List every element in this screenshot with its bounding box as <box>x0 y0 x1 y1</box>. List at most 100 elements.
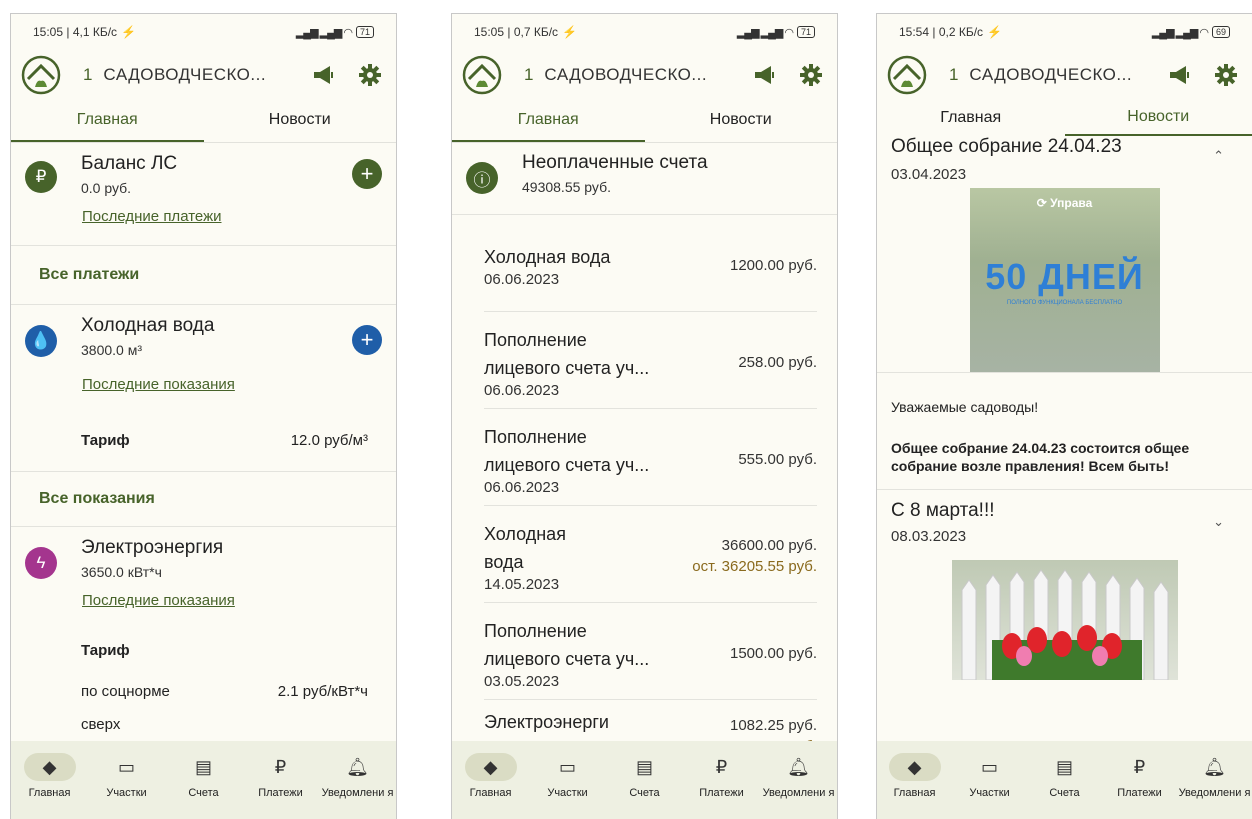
bill-info: Пополнение лицевого счета уч... 06.06.2023 <box>484 423 649 496</box>
news-date: 08.03.2023 <box>891 528 967 545</box>
tab-news[interactable]: Новости <box>1064 100 1252 136</box>
phone-screen-news: 15:54 | 0,2 КБ/с ⚡ ▂▄▆ ▂▄▆ ◠ 69 1 САДОВОД… <box>876 13 1252 819</box>
water-title: Холодная вода <box>81 315 215 336</box>
app-title[interactable]: 1 САДОВОДЧЕСКО... <box>949 65 1150 85</box>
nav-plots[interactable]: ▭ Участки <box>952 741 1027 819</box>
recent-payments-link[interactable]: Последние платежи <box>82 208 382 225</box>
news-item-header[interactable]: Общее собрание 24.04.23 03.04.2023 ⌃ <box>877 136 1252 184</box>
status-icons: ⚡ <box>121 25 136 39</box>
nav-payments[interactable]: ₽ Платежи <box>242 741 319 819</box>
bill-row[interactable]: Холодная вода 14.05.2023 36600.00 руб. ост. … <box>484 506 817 603</box>
bill-title-line1: Пополнение <box>484 329 587 350</box>
all-readings-link[interactable]: Все показания <box>11 472 396 526</box>
gear-icon[interactable] <box>354 59 386 91</box>
tab-bar: Главная Новости <box>877 100 1252 136</box>
nav-notifications[interactable]: 🔔︎ Уведомлени я <box>760 741 837 819</box>
norm-label: по соцнорме <box>81 682 170 700</box>
bottom-nav: ◆ Главная ▭ Участки ▤ Счета ₽ Платежи 🔔︎ Увед… <box>452 741 837 819</box>
water-card: 💧 Холодная вода 3800.0 м³ + Последние по… <box>11 305 396 419</box>
nav-main[interactable]: ◆ Главная <box>452 741 529 819</box>
nav-main[interactable]: ◆ Главная <box>11 741 88 819</box>
tab-main[interactable]: Главная <box>877 100 1065 136</box>
square-icon: ▭ <box>980 756 998 777</box>
bill-title-line1: Пополнение <box>484 620 587 641</box>
app-title[interactable]: 1 САДОВОДЧЕСКО... <box>524 65 735 85</box>
bill-title-line1: Холодная <box>484 523 566 544</box>
balance-title: Баланс ЛС <box>81 153 178 174</box>
chevron-down-icon[interactable]: ⌄ <box>1213 514 1224 530</box>
app-bar: 1 САДОВОДЧЕСКО... <box>452 50 837 100</box>
battery-icon: 71 <box>355 26 374 38</box>
diamond-icon: ◆ <box>464 753 517 781</box>
bill-row[interactable]: Пополнение лицевого счета уч... 06.06.2023… <box>484 409 817 506</box>
news-greeting: Уважаемые садоводы! <box>891 399 1039 415</box>
news-title: Общее собрание 24.04.23 <box>891 136 1122 157</box>
power-value: 3650.0 кВт*ч <box>81 564 162 580</box>
nav-main[interactable]: ◆ Главная <box>877 741 952 819</box>
all-payments-link[interactable]: Все платежи <box>11 246 396 304</box>
water-value: 3800.0 м³ <box>81 342 142 358</box>
add-reading-button[interactable]: + <box>352 325 382 355</box>
app-title[interactable]: 1 САДОВОДЧЕСКО... <box>83 65 294 85</box>
ruble-icon: ₽ <box>274 756 287 777</box>
bill-amounts: 555.00 руб. <box>738 451 817 468</box>
power-card: ϟ Электроэнергия 3650.0 кВт*ч Последние … <box>11 527 396 627</box>
tab-news[interactable]: Новости <box>645 100 838 142</box>
nav-plots[interactable]: ▭ Участки <box>529 741 606 819</box>
tab-main[interactable]: Главная <box>11 100 204 142</box>
megaphone-icon[interactable] <box>308 59 340 91</box>
square-icon: ▭ <box>558 756 576 777</box>
bill-row[interactable]: Пополнение лицевого счета уч... 06.06.2023… <box>484 312 817 409</box>
unpaid-bills-header[interactable]: ⓘ Неоплаченные счета 49308.55 руб. <box>452 143 837 215</box>
status-bar: 15:54 | 0,2 КБ/с ⚡ ▂▄▆ ▂▄▆ ◠ 69 <box>877 14 1252 50</box>
bill-amounts: 1200.00 руб. <box>730 257 817 274</box>
bill-row[interactable]: Холодная вода 06.06.2023 1200.00 руб. <box>484 215 817 312</box>
nav-notifications[interactable]: 🔔︎ Уведомлени я <box>1177 741 1252 819</box>
gear-icon[interactable] <box>795 59 827 91</box>
nav-bills[interactable]: ▤ Счета <box>165 741 242 819</box>
status-icons: ⚡ <box>987 25 1002 39</box>
nav-payments[interactable]: ₽ Платежи <box>1102 741 1177 819</box>
bill-title-line1: Холодная вода <box>484 246 611 267</box>
status-time: 15:05 | 4,1 КБ/с <box>33 25 118 39</box>
megaphone-icon[interactable] <box>749 59 781 91</box>
nav-payments[interactable]: ₽ Платежи <box>683 741 760 819</box>
bill-amount: 1082.25 руб. <box>730 717 817 734</box>
tab-news[interactable]: Новости <box>204 100 397 142</box>
add-payment-button[interactable]: + <box>352 159 382 189</box>
nav-bills[interactable]: ▤ Счета <box>1027 741 1102 819</box>
bill-info: Холодная вода 14.05.2023 <box>484 520 566 593</box>
status-time: 15:05 | 0,7 КБ/с <box>474 25 559 39</box>
news-date: 03.04.2023 <box>891 166 967 183</box>
bill-row[interactable]: Пополнение лицевого счета уч... 03.05.2023… <box>484 603 817 700</box>
ruble-icon: ₽ <box>1133 756 1146 777</box>
nav-bills[interactable]: ▤ Счета <box>606 741 683 819</box>
bill-title-line1: Пополнение <box>484 426 587 447</box>
megaphone-icon[interactable] <box>1164 59 1196 91</box>
water-recent-readings-link[interactable]: Последние показания <box>82 376 382 393</box>
nav-plots[interactable]: ▭ Участки <box>88 741 165 819</box>
water-tariff-row: Тариф 12.0 руб/м³ <box>11 419 396 461</box>
ruble-icon: ₽ <box>25 161 57 193</box>
signal-icons: ▂▄▆ ▂▄▆ ◠ 69 <box>1152 26 1230 39</box>
alert-icon: ⓘ <box>466 162 498 194</box>
nav-notifications[interactable]: 🔔︎ Уведомлени я <box>319 741 396 819</box>
news-item-header[interactable]: С 8 марта!!! 08.03.2023 ⌄ <box>877 490 1252 560</box>
tab-main[interactable]: Главная <box>452 100 645 142</box>
signal-icons: ▂▄▆ ▂▄▆ ◠ 71 <box>737 26 815 39</box>
bottom-nav: ◆ Главная ▭ Участки ▤ Счета ₽ Платежи 🔔︎ Увед… <box>877 741 1252 819</box>
promo-banner: ⟳ Управа 50 ДНЕЙ ПОЛНОГО ФУНКЦИОНАЛА БЕС… <box>969 188 1160 372</box>
bill-info: Пополнение лицевого счета уч... 06.06.2023 <box>484 326 649 399</box>
gear-icon[interactable] <box>1210 59 1242 91</box>
chevron-up-icon[interactable]: ⌃ <box>1213 148 1224 164</box>
bill-title-line2: вода <box>484 551 524 572</box>
power-recent-readings-link[interactable]: Последние показания <box>82 592 382 609</box>
phone-screen-main: 15:05 | 4,1 КБ/с ⚡ ▂▄▆ ▂▄▆ ◠ 71 1 САДОВОД… <box>10 13 397 819</box>
tab-bar: Главная Новости <box>11 100 396 143</box>
bill-date: 06.06.2023 <box>484 270 560 288</box>
power-tariff-label: Тариф <box>81 641 130 659</box>
bill-title-line2: лицевого счета уч... <box>484 357 650 378</box>
banner-brand: Управа <box>1050 196 1093 210</box>
signal-icons: ▂▄▆ ▂▄▆ ◠ 71 <box>296 26 374 39</box>
bell-icon: 🔔︎ <box>346 756 369 777</box>
